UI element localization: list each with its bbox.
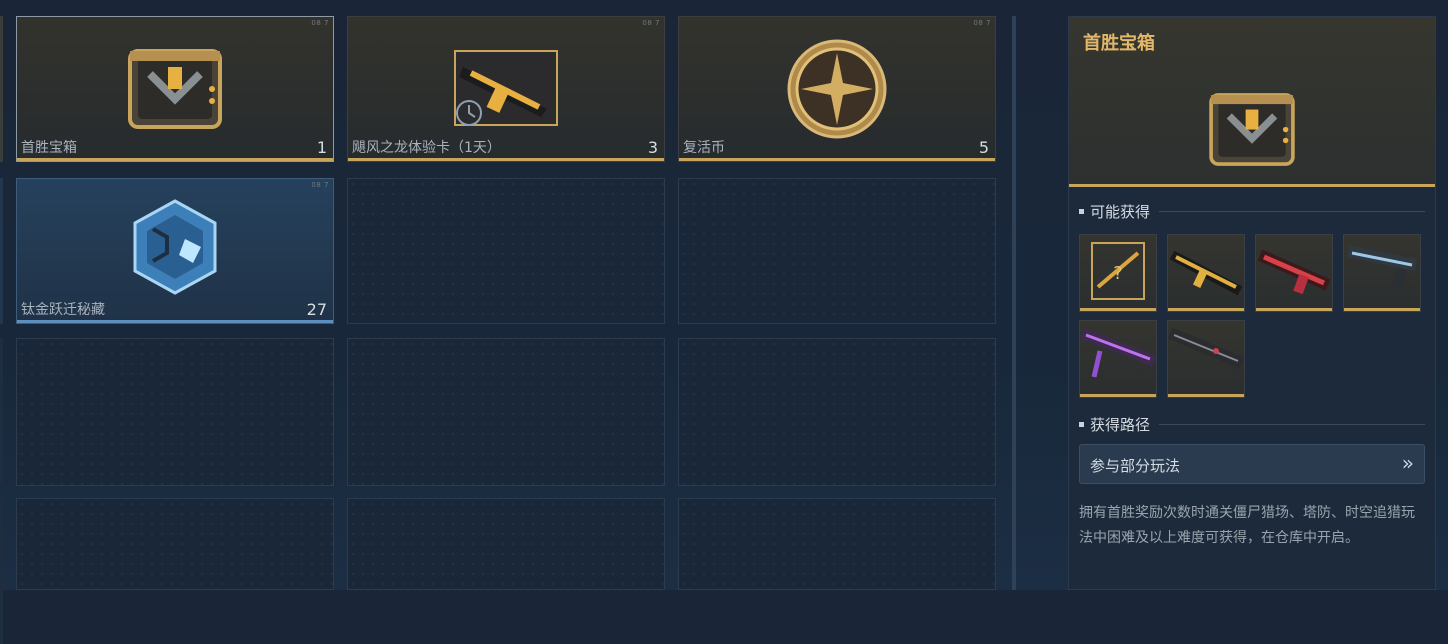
slot-corner-tag: 08 7 (311, 181, 329, 189)
item-detail-panel: 首胜宝箱 可能获得 ? 获得路径 参与部分玩法 » 拥有首胜奖励次数时通关僵尸猎… (1068, 16, 1436, 590)
slot-count: 5 (978, 138, 989, 157)
partial-slot (0, 178, 3, 324)
slot-corner-tag: 08 7 (642, 19, 660, 27)
reward-item-gold-weapon[interactable] (1167, 234, 1245, 312)
revive-coin-icon (787, 39, 887, 139)
inventory-slot-empty[interactable] (678, 338, 996, 486)
red-rifle-icon (1257, 249, 1331, 295)
inventory-slot-empty[interactable] (16, 338, 334, 486)
slot-name: 飓风之龙体验卡（1天） (352, 140, 501, 156)
partial-slot (0, 16, 3, 162)
inventory-slot-empty[interactable] (347, 338, 665, 486)
inventory-slot-revive-coin[interactable]: 08 7 复活币 5 (678, 16, 996, 162)
section-divider (1159, 211, 1425, 212)
inventory-slot-empty[interactable] (347, 178, 665, 324)
chest-icon (1209, 93, 1295, 166)
section-divider (1159, 424, 1425, 425)
slot-corner-tag: 08 7 (973, 19, 991, 27)
obtain-route-button[interactable]: 参与部分玩法 » (1079, 444, 1425, 484)
partial-slot (0, 338, 3, 484)
slot-corner-tag: 08 7 (311, 19, 329, 27)
detail-title: 首胜宝箱 (1083, 33, 1155, 54)
reward-item-red-weapon[interactable] (1255, 234, 1333, 312)
bullet-square (1079, 422, 1084, 427)
route-button-label: 参与部分玩法 (1090, 457, 1181, 475)
dark-sniper-icon (1167, 327, 1245, 369)
inventory-slot-empty[interactable] (347, 498, 665, 590)
reward-item-silver-weapon[interactable] (1343, 234, 1421, 312)
obtain-route-title: 获得路径 (1079, 414, 1150, 435)
slot-name: 首胜宝箱 (21, 140, 77, 156)
inventory-slot-empty[interactable] (678, 178, 996, 324)
crystal-cache-icon (133, 199, 217, 295)
panel-divider (1012, 16, 1016, 590)
inventory-slot-first-win-chest[interactable]: 08 7 首胜宝箱 1 (16, 16, 334, 162)
mystery-weapon-icon: ? (1091, 242, 1145, 300)
partial-slot (0, 498, 3, 644)
inventory-slot-empty[interactable] (16, 498, 334, 590)
double-chevron-right-icon: » (1401, 451, 1414, 475)
inventory-grid: 08 7 首胜宝箱 1 08 7 飓风之龙体验卡（1天） 3 08 7 复活币 … (0, 0, 1010, 644)
slot-name: 钛金跃迁秘藏 (21, 302, 105, 318)
inventory-slot-empty[interactable] (678, 498, 996, 590)
section-title-text: 获得路径 (1090, 416, 1151, 434)
slot-count: 27 (306, 300, 327, 319)
possible-rewards-title: 可能获得 (1079, 201, 1150, 222)
svg-text:?: ? (1113, 263, 1123, 284)
item-description: 拥有首胜奖励次数时通关僵尸猎场、塔防、时空追猎玩法中困难及以上难度可获得，在仓库… (1079, 505, 1415, 546)
inventory-slot-titanium-cache[interactable]: 08 7 钛金跃迁秘藏 27 (16, 178, 334, 324)
silver-pistol-icon (1346, 245, 1418, 292)
reward-item-random-weapon[interactable]: ? (1079, 234, 1157, 312)
bullet-square (1079, 209, 1084, 214)
detail-header: 首胜宝箱 (1069, 17, 1435, 187)
gold-rifle-icon (1169, 250, 1243, 296)
purple-sniper-icon (1079, 327, 1157, 378)
reward-item-dark-weapon[interactable] (1167, 320, 1245, 398)
chest-icon (128, 49, 222, 129)
inventory-slot-trial-card[interactable]: 08 7 飓风之龙体验卡（1天） 3 (347, 16, 665, 162)
slot-count: 1 (316, 138, 327, 157)
slot-count: 3 (647, 138, 658, 157)
section-title-text: 可能获得 (1090, 203, 1151, 221)
slot-name: 复活币 (683, 140, 725, 156)
reward-item-purple-weapon[interactable] (1079, 320, 1157, 398)
